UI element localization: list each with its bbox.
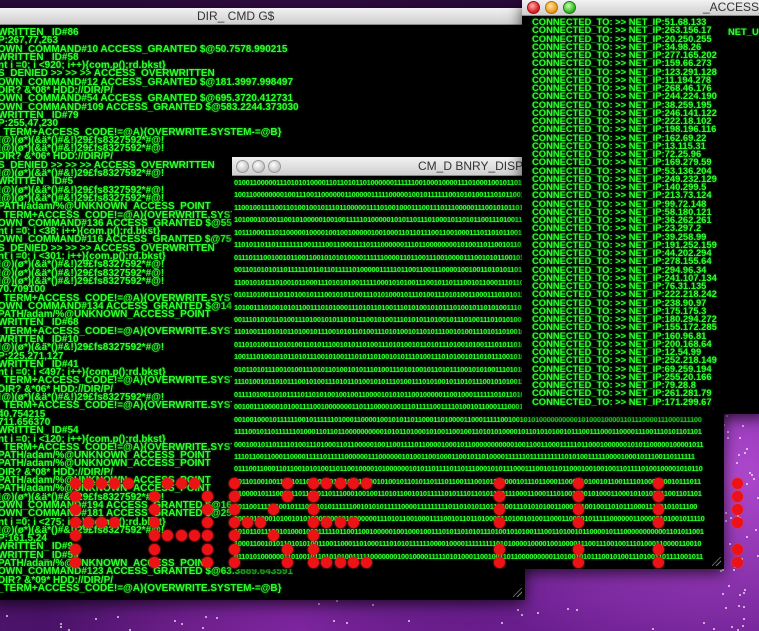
star — [739, 437, 742, 440]
binary-row: 0011001111010010111001101011111100101010… — [234, 501, 698, 511]
star — [202, 627, 205, 630]
minimize-button[interactable] — [252, 160, 265, 173]
star — [726, 431, 729, 434]
star — [720, 570, 723, 573]
star — [726, 436, 729, 439]
zoom-button[interactable] — [268, 160, 281, 173]
star — [730, 517, 733, 520]
star — [651, 628, 654, 631]
matrix-dot — [732, 503, 743, 515]
close-button[interactable] — [236, 160, 249, 173]
star — [567, 608, 570, 611]
star — [724, 520, 727, 523]
matrix-dot — [732, 543, 743, 555]
cmd-window-title: DIR_ CMD G$ — [197, 9, 275, 23]
binary-row: 0001001011011110100111010001101100000100… — [234, 439, 704, 449]
star — [536, 611, 539, 614]
minimize-button[interactable] — [545, 1, 558, 14]
binary-row: 1011010010011001011001000011110111110010… — [234, 476, 701, 486]
binary-row: 1111001011011111101000110110110000000000… — [234, 427, 702, 437]
access-window-titlebar[interactable]: _ACCESS_ — [522, 0, 759, 16]
binary-row: 0100001011100011101101011011100010010011… — [234, 489, 702, 499]
star — [742, 592, 745, 595]
resize-handle[interactable] — [513, 588, 522, 597]
star — [728, 585, 731, 588]
star — [728, 542, 731, 545]
binary-row: 1000110010101101010100110011000110100011… — [234, 539, 702, 549]
star — [205, 615, 208, 618]
star — [60, 625, 63, 628]
star — [516, 608, 519, 611]
connection-line: CONNECTED_TO: >> NET_IP:171.299.67 — [532, 395, 712, 407]
binary-row: 0111001100011011001010100110110010000101… — [234, 464, 703, 474]
binary-row: 0010010001011111100101111110100011000010… — [234, 414, 702, 424]
star — [116, 616, 119, 619]
star — [174, 619, 177, 622]
star — [6, 615, 9, 618]
star — [333, 620, 336, 623]
star — [181, 623, 184, 626]
star — [741, 557, 744, 560]
star — [745, 448, 748, 451]
star — [735, 462, 738, 465]
access-window-title: _ACCESS_ — [703, 0, 759, 14]
star — [336, 600, 339, 603]
star — [94, 617, 97, 620]
star — [501, 622, 504, 625]
resize-handle[interactable] — [712, 557, 721, 566]
star — [725, 511, 728, 514]
star — [746, 536, 749, 539]
star — [737, 453, 740, 456]
star — [741, 625, 744, 628]
star — [744, 452, 747, 455]
star — [520, 614, 523, 617]
star — [407, 619, 410, 622]
star — [752, 477, 755, 480]
zoom-button[interactable] — [563, 1, 576, 14]
star — [742, 617, 745, 620]
star — [703, 621, 706, 624]
star — [730, 625, 733, 628]
star — [575, 609, 578, 612]
cmd-window-titlebar[interactable]: DIR_ CMD G$ — [0, 8, 525, 25]
star — [215, 616, 218, 619]
matrix-dot — [732, 490, 743, 502]
star — [724, 606, 727, 609]
binary-row: 0110101000000110100101101010100111110000… — [234, 551, 703, 561]
star — [738, 594, 741, 597]
close-button[interactable] — [527, 1, 540, 14]
star — [726, 415, 729, 418]
star — [733, 566, 736, 569]
access-window[interactable]: _ACCESS_ CONNECTED_TO: >> NET_IP:51.68.1… — [522, 0, 759, 414]
star — [754, 529, 757, 532]
star — [741, 425, 744, 428]
connection-list: CONNECTED_TO: >> NET_IP:51.68.133 CONNECT… — [532, 17, 717, 407]
binary-row: 1010110111001010001010111110110011001000… — [234, 526, 704, 536]
star — [59, 622, 62, 625]
net-u-label: NET_U — [728, 26, 759, 37]
star — [721, 593, 724, 596]
star — [732, 569, 735, 572]
cmd-line: _TERM+ACCESS_CODE!=@A){OVERWRITE.SYSTEM-… — [0, 582, 282, 594]
star — [746, 483, 749, 486]
star — [318, 603, 321, 606]
binary-row: 1110110011000110000111110111110000001110… — [234, 451, 695, 461]
star — [712, 628, 715, 631]
binary-row: 0001011000101001010100000001010000000111… — [234, 514, 705, 524]
star — [743, 588, 746, 591]
matrix-dot — [732, 477, 743, 489]
star — [742, 605, 745, 608]
star — [750, 474, 753, 477]
star — [372, 603, 375, 606]
star — [737, 604, 740, 607]
star — [346, 622, 349, 625]
